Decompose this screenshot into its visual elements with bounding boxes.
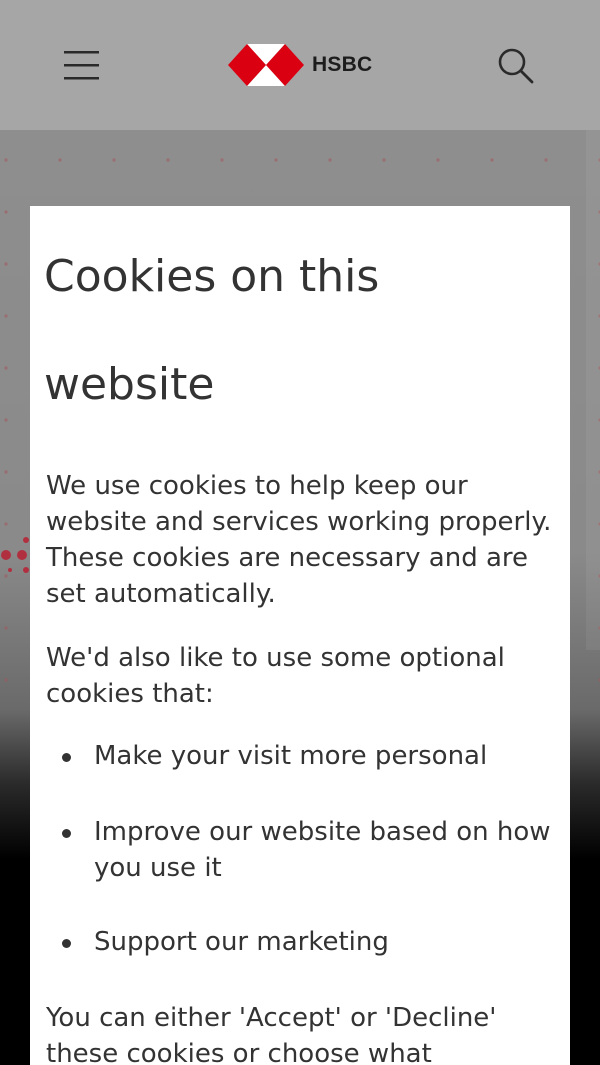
list-item: Support our marketing [46, 924, 570, 960]
decorative-dot [4, 366, 8, 370]
decorative-dot [220, 158, 224, 162]
decorative-dot [382, 158, 386, 162]
site-header: HSBC [0, 0, 600, 130]
decorative-dot [4, 574, 8, 578]
decorative-dot [23, 567, 29, 573]
decorative-dot [274, 158, 278, 162]
modal-title-line-2: website [44, 359, 215, 410]
decorative-dot [4, 626, 8, 630]
decorative-dot [328, 158, 332, 162]
search-icon [498, 48, 534, 84]
search-button[interactable] [496, 46, 536, 86]
decorative-dot [112, 158, 116, 162]
list-item-text: Make your visit more personal [94, 741, 488, 771]
optional-cookies-list: Make your visit more personal Improve ou… [46, 738, 570, 960]
bullet-icon [62, 939, 71, 948]
hamburger-menu-icon [64, 51, 99, 80]
list-item: Make your visit more personal [46, 738, 570, 774]
bullet-icon [62, 829, 71, 838]
list-item-text: Improve our website based on how you use… [94, 817, 551, 883]
modal-title-line-1: Cookies on this [44, 251, 380, 302]
decorative-dot [166, 158, 170, 162]
decorative-dot [4, 470, 8, 474]
decorative-dot [23, 537, 29, 543]
decorative-dot [4, 418, 8, 422]
decorative-dot [4, 678, 8, 682]
decorative-dot [4, 522, 8, 526]
cookie-intro-text: We use cookies to help keep our website … [46, 471, 552, 609]
brand-name: HSBC [312, 53, 373, 76]
list-item: Improve our website based on how you use… [46, 814, 570, 886]
decorative-dot [58, 158, 62, 162]
decorative-dot [4, 314, 8, 318]
decorative-dot [544, 158, 548, 162]
bullet-icon [62, 753, 71, 762]
decorative-dot [4, 210, 8, 214]
decorative-dot [4, 158, 8, 162]
page: HSBC Cookies on this website We use cook… [0, 0, 600, 1065]
menu-button[interactable] [64, 48, 100, 82]
modal-title: Cookies on this website [44, 242, 444, 420]
decorative-dot [17, 550, 27, 560]
optional-cookies-intro-text: We'd also like to use some optional cook… [46, 643, 505, 709]
decorative-dot [8, 568, 12, 572]
hsbc-logo[interactable]: HSBC [228, 44, 372, 86]
decorative-dot [1, 550, 11, 560]
cookie-choice-text: You can either 'Accept' or 'Decline' the… [46, 1003, 497, 1065]
page-scroll-edge [586, 130, 600, 650]
list-item-text: Support our marketing [94, 927, 389, 957]
decorative-dot [436, 158, 440, 162]
cookie-consent-modal: Cookies on this website We use cookies t… [30, 206, 570, 1065]
decorative-dot [4, 262, 8, 266]
hsbc-hexagon-logo-icon [228, 44, 304, 86]
decorative-dot [490, 158, 494, 162]
